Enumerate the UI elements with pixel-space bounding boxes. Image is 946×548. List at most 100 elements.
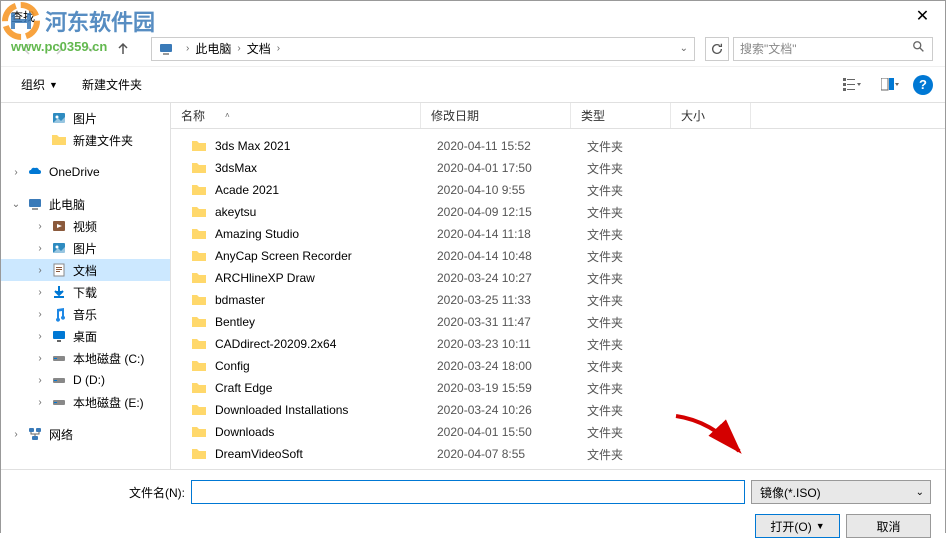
arrow-up-icon [115,41,131,57]
sidebar-item-文档[interactable]: ›文档 [1,259,170,281]
file-date: 2020-04-10 9:55 [437,183,587,197]
sidebar-item-OneDrive[interactable]: ›OneDrive [1,161,170,183]
file-row[interactable]: Acade 20212020-04-10 9:55文件夹 [171,179,945,201]
sidebar-item-label: 文档 [73,262,97,279]
filename-input[interactable] [191,480,745,504]
sidebar-item-网络[interactable]: ›网络 [1,423,170,445]
file-type: 文件夹 [587,424,687,441]
file-row[interactable]: Craft Edge2020-03-19 15:59文件夹 [171,377,945,399]
breadcrumb-dropdown[interactable]: ⌄ [680,43,688,54]
expand-icon: › [35,243,45,254]
breadcrumb[interactable]: › 此电脑 › 文档 › ⌄ [151,37,695,61]
sidebar-item-label: 音乐 [73,306,97,323]
network-icon [27,426,43,442]
up-button[interactable] [109,35,137,63]
file-date: 2020-03-19 15:59 [437,381,587,395]
file-type: 文件夹 [587,270,687,287]
file-name: Amazing Studio [215,227,437,241]
back-button[interactable] [13,35,41,63]
file-row[interactable]: akeytsu2020-04-09 12:15文件夹 [171,201,945,223]
breadcrumb-current[interactable]: 文档 [247,40,271,57]
arrow-left-icon [19,41,35,57]
file-date: 2020-03-24 18:00 [437,359,587,373]
nav-bar: › 此电脑 › 文档 › ⌄ 搜索"文档" [1,31,945,67]
drive-icon [51,350,67,366]
file-row[interactable]: Downloads2020-04-01 15:50文件夹 [171,421,945,443]
title-bar: 查找 ✕ [1,1,945,31]
sidebar-item-D (D:)[interactable]: ›D (D:) [1,369,170,391]
file-row[interactable]: Config2020-03-24 18:00文件夹 [171,355,945,377]
expand-icon: › [35,353,45,364]
preview-pane-button[interactable] [875,73,905,97]
sidebar-item-图片[interactable]: ›图片 [1,237,170,259]
folder-icon [191,204,207,220]
column-type[interactable]: 类型 [571,103,671,128]
sidebar-item-label: D (D:) [73,373,105,387]
sort-indicator-icon: ˄ [225,111,230,120]
toolbar: 组织 ▼ 新建文件夹 ? [1,67,945,103]
sidebar-item-下载[interactable]: ›下载 [1,281,170,303]
file-date: 2020-03-25 11:33 [437,293,587,307]
folder-icon [191,292,207,308]
file-name: bdmaster [215,293,437,307]
new-folder-label: 新建文件夹 [82,76,142,93]
file-row[interactable]: Amazing Studio2020-04-14 11:18文件夹 [171,223,945,245]
file-list[interactable]: 3ds Max 20212020-04-11 15:52文件夹3dsMax202… [171,129,945,469]
arrow-right-icon [51,41,67,57]
chevron-right-icon: › [237,43,240,54]
new-folder-button[interactable]: 新建文件夹 [74,72,150,97]
cancel-button[interactable]: 取消 [846,514,931,538]
file-row[interactable]: AnyCap Screen Recorder2020-04-14 10:48文件… [171,245,945,267]
close-button[interactable]: ✕ [900,1,945,31]
close-icon: ✕ [916,6,929,26]
view-options-button[interactable] [837,73,867,97]
chevron-down-icon: ▼ [49,80,58,90]
file-name: akeytsu [215,205,437,219]
file-row[interactable]: bdmaster2020-03-25 11:33文件夹 [171,289,945,311]
sidebar-item-此电脑[interactable]: ⌄此电脑 [1,193,170,215]
file-row[interactable]: 3dsMax2020-04-01 17:50文件夹 [171,157,945,179]
file-row[interactable]: Downloaded Installations2020-03-24 10:26… [171,399,945,421]
folder-icon [191,402,207,418]
file-date: 2020-04-07 8:55 [437,447,587,461]
recent-dropdown[interactable] [77,35,105,63]
search-placeholder: 搜索"文档" [740,40,912,57]
file-row[interactable]: DreamVideoSoft2020-04-07 8:55文件夹 [171,443,945,465]
sidebar-item-视频[interactable]: ›视频 [1,215,170,237]
sidebar-item-新建文件夹[interactable]: 新建文件夹 [1,129,170,151]
file-name: Config [215,359,437,373]
sidebar: 图片新建文件夹›OneDrive⌄此电脑›视频›图片›文档›下载›音乐›桌面›本… [1,103,171,469]
sidebar-item-音乐[interactable]: ›音乐 [1,303,170,325]
sidebar-item-桌面[interactable]: ›桌面 [1,325,170,347]
expand-icon: ⌄ [11,199,21,210]
forward-button[interactable] [45,35,73,63]
filetype-dropdown[interactable]: 镜像(*.ISO) ⌄ [751,480,931,504]
organize-button[interactable]: 组织 ▼ [13,72,66,97]
file-row[interactable]: 3ds Max 20212020-04-11 15:52文件夹 [171,135,945,157]
file-name: Acade 2021 [215,183,437,197]
column-date[interactable]: 修改日期 [421,103,571,128]
sidebar-item-本地磁盘 (C:)[interactable]: ›本地磁盘 (C:) [1,347,170,369]
column-size[interactable]: 大小 [671,103,751,128]
sidebar-item-图片[interactable]: 图片 [1,107,170,129]
file-row[interactable]: CADdirect-20209.2x642020-03-23 10:11文件夹 [171,333,945,355]
sidebar-item-本地磁盘 (E:)[interactable]: ›本地磁盘 (E:) [1,391,170,413]
help-icon: ? [919,77,927,92]
breadcrumb-root[interactable]: 此电脑 [195,40,231,57]
expand-icon: › [35,221,45,232]
image-icon [51,240,67,256]
video-icon [51,218,67,234]
help-button[interactable]: ? [913,75,933,95]
folder-icon [191,336,207,352]
sidebar-item-label: 下载 [73,284,97,301]
file-date: 2020-04-14 10:48 [437,249,587,263]
refresh-button[interactable] [705,37,729,61]
file-row[interactable]: ARCHlineXP Draw2020-03-24 10:27文件夹 [171,267,945,289]
file-row[interactable]: Bentley2020-03-31 11:47文件夹 [171,311,945,333]
column-name[interactable]: 名称 ˄ [171,103,421,128]
folder-icon [191,314,207,330]
search-input[interactable]: 搜索"文档" [733,37,933,61]
drive-icon [51,394,67,410]
open-button[interactable]: 打开(O) ▼ [755,514,840,538]
dialog-title: 查找 [11,8,35,25]
